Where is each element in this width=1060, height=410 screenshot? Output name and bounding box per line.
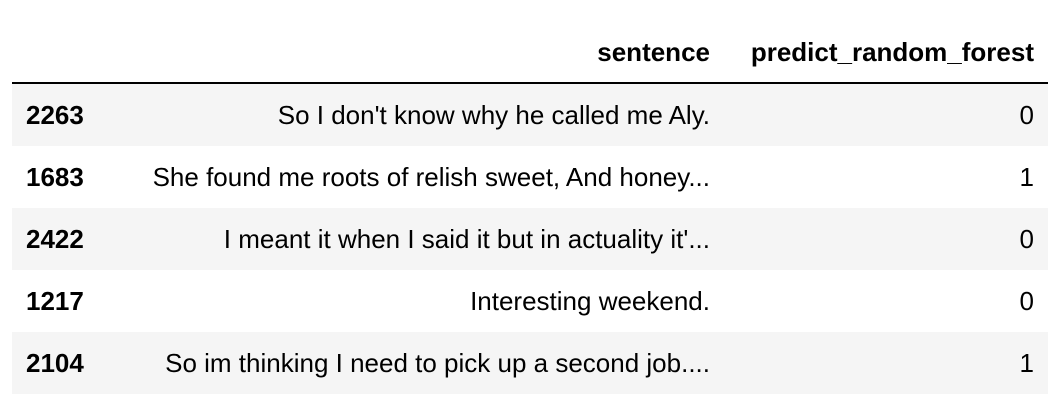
prediction-cell: 0: [1019, 99, 1034, 130]
row-index: 1683: [26, 161, 84, 192]
table-row: 1683 She found me roots of relish sweet,…: [12, 146, 1048, 208]
prediction-cell: 1: [1019, 161, 1034, 192]
row-index: 2104: [26, 347, 84, 378]
sentence-cell: I meant it when I said it but in actuali…: [223, 223, 710, 254]
header-row: sentence predict_random_forest: [12, 22, 1048, 84]
prediction-cell: 1: [1019, 347, 1034, 378]
table-row: 2104 So im thinking I need to pick up a …: [12, 332, 1048, 394]
row-index: 1217: [26, 285, 84, 316]
index-column-header: [12, 22, 102, 84]
column-header-sentence: sentence: [102, 22, 724, 84]
sentence-cell: So I don't know why he called me Aly.: [277, 99, 710, 130]
table-body: 2263 So I don't know why he called me Al…: [12, 83, 1048, 394]
sentence-cell: Interesting weekend.: [470, 285, 710, 316]
column-header-predict-random-forest: predict_random_forest: [724, 22, 1048, 84]
table-header: sentence predict_random_forest: [12, 22, 1048, 84]
prediction-cell: 0: [1019, 285, 1034, 316]
row-index: 2263: [26, 99, 84, 130]
sentence-cell: She found me roots of relish sweet, And …: [152, 161, 710, 192]
prediction-cell: 0: [1019, 223, 1034, 254]
sentence-cell: So im thinking I need to pick up a secon…: [165, 347, 710, 378]
table-row: 2263 So I don't know why he called me Al…: [12, 83, 1048, 146]
dataframe-table: sentence predict_random_forest 2263 So I…: [12, 22, 1048, 394]
table-row: 2422 I meant it when I said it but in ac…: [12, 208, 1048, 270]
notebook-output-area: sentence predict_random_forest 2263 So I…: [0, 0, 1060, 410]
table-row: 1217 Interesting weekend. 0: [12, 270, 1048, 332]
row-index: 2422: [26, 223, 84, 254]
